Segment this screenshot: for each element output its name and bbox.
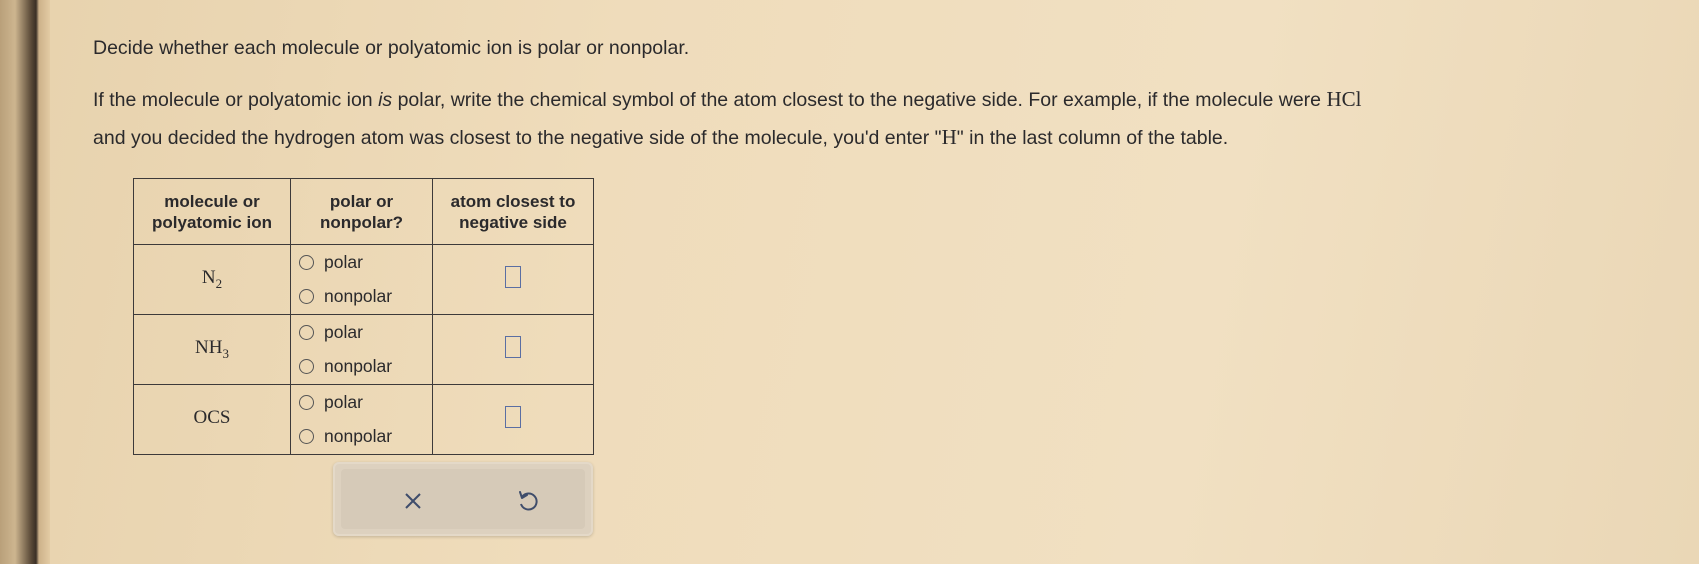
example-text-is: is [378, 89, 393, 111]
molecule-cell: NH3 [133, 314, 291, 385]
x-icon [405, 493, 421, 509]
polar-radio[interactable] [299, 395, 314, 410]
answer-action-bar [333, 462, 593, 536]
atom-answer-input[interactable] [505, 406, 521, 428]
polar-option[interactable]: polar [299, 316, 432, 350]
atom-answer-cell [432, 384, 594, 455]
atom-answer-input[interactable] [505, 336, 521, 358]
undo-icon [519, 491, 538, 511]
table-header-row: molecule or polyatomic ion polar or nonp… [133, 178, 594, 245]
example-text-c: and you decided the hydrogen atom was cl… [93, 127, 942, 149]
nonpolar-option[interactable]: nonpolar [299, 280, 432, 314]
table-row: OCS polar nonpolar [133, 384, 594, 455]
polar-option[interactable]: polar [299, 246, 432, 280]
nonpolar-radio[interactable] [299, 359, 314, 374]
instruction-line-1: Decide whether each molecule or polyatom… [93, 37, 690, 59]
nonpolar-label: nonpolar [324, 286, 393, 306]
example-formula-hcl: HCl [1326, 87, 1362, 111]
table-row: N2 polar nonpolar [133, 244, 594, 315]
header-polarity: polar or nonpolar? [290, 178, 433, 245]
polarity-options: polar nonpolar [290, 244, 433, 315]
molecule-cell: N2 [133, 244, 291, 315]
polar-radio[interactable] [299, 255, 314, 270]
atom-answer-cell [432, 314, 594, 385]
question-example: If the molecule or polyatomic ion is pol… [93, 81, 1653, 157]
polarity-options: polar nonpolar [290, 384, 433, 455]
undo-button[interactable] [511, 484, 545, 518]
nonpolar-label: nonpolar [324, 356, 393, 376]
question-instruction: Decide whether each molecule or polyatom… [93, 30, 1653, 67]
example-text-b: polar, write the chemical symbol of the … [392, 89, 1327, 111]
header-molecule: molecule or polyatomic ion [133, 178, 291, 245]
nonpolar-label: nonpolar [324, 426, 393, 446]
example-text-d: " in the last column of the table. [956, 127, 1229, 149]
polar-label: polar [324, 252, 363, 272]
table-row: NH3 polar nonpolar [133, 314, 594, 385]
polar-label: polar [324, 322, 363, 342]
example-symbol-h: H [941, 125, 957, 149]
clear-button[interactable] [396, 484, 430, 518]
screen-left-edge [0, 0, 50, 564]
header-atom-closest: atom closest to negative side [432, 178, 594, 245]
polarity-options: polar nonpolar [290, 314, 433, 385]
polar-radio[interactable] [299, 325, 314, 340]
action-bar-inner [341, 469, 585, 529]
molecule-cell: OCS [133, 384, 291, 455]
polar-option[interactable]: polar [299, 386, 432, 420]
nonpolar-option[interactable]: nonpolar [299, 420, 432, 454]
answer-table: molecule or polyatomic ion polar or nonp… [133, 178, 594, 455]
question-text: Decide whether each molecule or polyatom… [93, 30, 1653, 157]
atom-answer-cell [432, 244, 594, 315]
polar-label: polar [324, 392, 363, 412]
nonpolar-option[interactable]: nonpolar [299, 350, 432, 384]
nonpolar-radio[interactable] [299, 289, 314, 304]
atom-answer-input[interactable] [505, 266, 521, 288]
example-text-a: If the molecule or polyatomic ion [93, 89, 379, 111]
nonpolar-radio[interactable] [299, 429, 314, 444]
